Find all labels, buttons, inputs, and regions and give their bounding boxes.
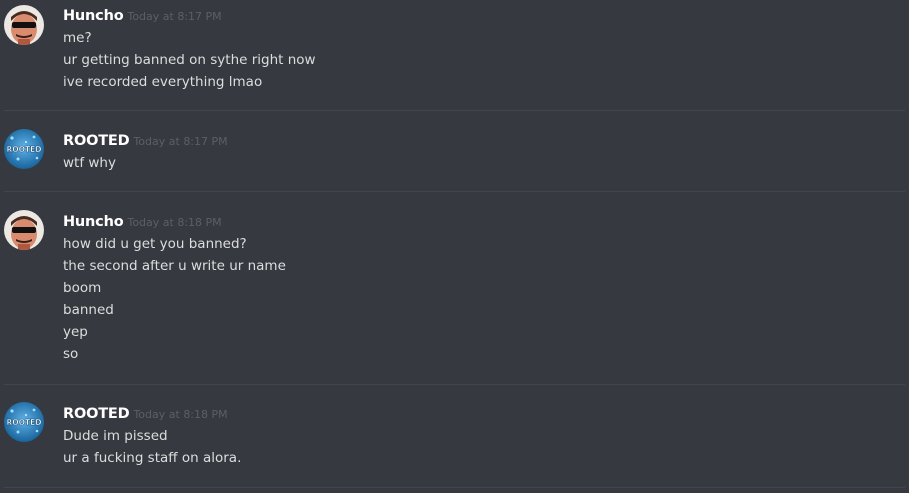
avatar-logo-text: ROOTED xyxy=(7,145,42,154)
message-divider xyxy=(4,110,905,111)
message-text: yep xyxy=(63,324,88,340)
username[interactable]: ROOTED xyxy=(63,133,130,149)
timestamp: Today at 8:17 PM xyxy=(127,10,222,23)
message-text: me? xyxy=(63,30,92,46)
message-text: so xyxy=(63,346,79,362)
message-text: ur a fucking staff on alora. xyxy=(63,450,242,466)
username[interactable]: Huncho xyxy=(63,8,124,24)
avatar[interactable] xyxy=(4,5,44,45)
message-text: Dude im pissed xyxy=(63,428,168,444)
timestamp: Today at 8:17 PM xyxy=(133,135,228,148)
avatar[interactable]: ROOTED xyxy=(4,129,44,169)
huncho-avatar-icon xyxy=(4,5,44,45)
message-text: boom xyxy=(63,280,102,296)
rooted-avatar-icon: ROOTED xyxy=(4,129,44,169)
timestamp: Today at 8:18 PM xyxy=(133,408,228,421)
username[interactable]: Huncho xyxy=(63,214,124,230)
chat-message-list: Huncho Today at 8:17 PM me? ur getting ba… xyxy=(0,0,909,493)
message-text: the second after u write ur name xyxy=(63,258,286,274)
timestamp: Today at 8:18 PM xyxy=(127,216,222,229)
avatar[interactable] xyxy=(4,210,44,250)
message-text: ive recorded everything lmao xyxy=(63,74,263,90)
message-divider xyxy=(4,191,905,192)
message-divider xyxy=(4,384,905,385)
message-text: banned xyxy=(63,302,114,318)
message-text: wtf why xyxy=(63,155,116,171)
huncho-avatar-icon xyxy=(4,210,44,250)
message-text: how did u get you banned? xyxy=(63,236,247,252)
rooted-avatar-icon: ROOTED xyxy=(4,402,44,442)
message-text: ur getting banned on sythe right now xyxy=(63,52,316,68)
message-divider xyxy=(4,487,905,488)
avatar-logo-text: ROOTED xyxy=(7,418,42,427)
username[interactable]: ROOTED xyxy=(63,406,130,422)
avatar[interactable]: ROOTED xyxy=(4,402,44,442)
